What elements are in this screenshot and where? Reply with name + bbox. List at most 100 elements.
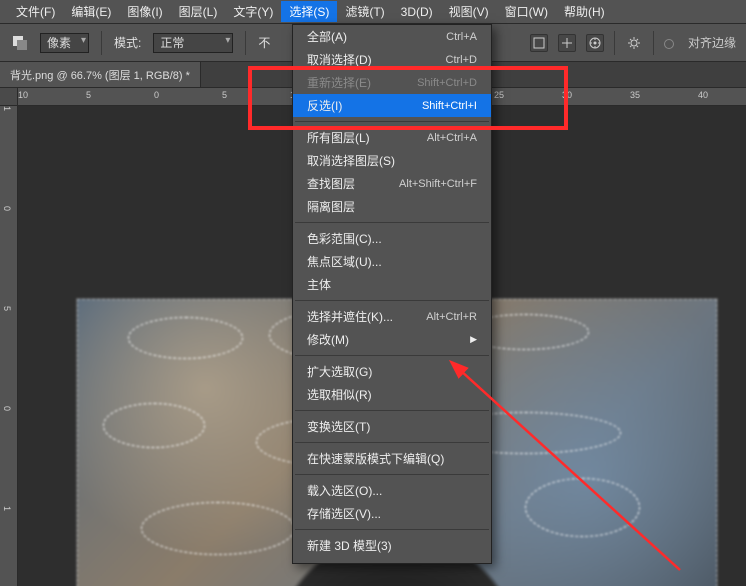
menu-item-label: 选择并遮住(K)... <box>307 308 393 325</box>
menu-item[interactable]: 取消选择图层(S) <box>293 149 491 172</box>
menubar-item[interactable]: 编辑(E) <box>63 1 119 22</box>
ruler-tick: 10 <box>18 90 28 100</box>
separator <box>653 31 654 55</box>
menu-item-label: 全部(A) <box>307 28 347 45</box>
align-edges-radio[interactable] <box>664 39 674 49</box>
ruler-tick: 0 <box>2 406 12 411</box>
menu-item-label: 在快速蒙版模式下编辑(Q) <box>307 450 444 467</box>
menu-item-label: 新建 3D 模型(3) <box>307 537 392 554</box>
ruler-tick: 35 <box>630 90 640 100</box>
menu-shortcut: Shift+Ctrl+I <box>422 100 477 112</box>
separator <box>614 31 615 55</box>
menu-item[interactable]: 主体 <box>293 273 491 296</box>
ruler-tick: 25 <box>494 90 504 100</box>
menu-separator <box>295 529 489 530</box>
ruler-tick: 0 <box>2 206 12 211</box>
menubar-item[interactable]: 图像(I) <box>119 1 170 22</box>
menu-item-label: 修改(M) <box>307 331 349 348</box>
menu-item[interactable]: 取消选择(D) Ctrl+D <box>293 48 491 71</box>
menu-item-label: 载入选区(O)... <box>307 482 382 499</box>
menu-shortcut: Ctrl+A <box>446 31 477 43</box>
menu-item[interactable]: 色彩范围(C)... <box>293 227 491 250</box>
menu-item[interactable]: 查找图层 Alt+Shift+Ctrl+F <box>293 172 491 195</box>
right-icon-group: 对齐边缘 <box>530 31 736 55</box>
document-tab[interactable]: 背光.png @ 66.7% (图层 1, RGB/8) * <box>0 62 201 87</box>
selection-marquee <box>103 403 205 448</box>
menubar-item[interactable]: 滤镜(T) <box>337 1 392 22</box>
pressure-icon[interactable] <box>586 34 604 52</box>
ruler-tick: 5 <box>86 90 91 100</box>
ruler-tick: 1 <box>2 506 12 511</box>
menu-item-label: 扩大选取(G) <box>307 363 372 380</box>
menu-item-label: 取消选择(D) <box>307 51 372 68</box>
menu-item[interactable]: 选择并遮住(K)... Alt+Ctrl+R <box>293 305 491 328</box>
opacity-label: 不 <box>258 34 270 51</box>
ruler-tick: 30 <box>562 90 572 100</box>
menubar-item[interactable]: 文件(F) <box>8 1 63 22</box>
menu-item[interactable]: 在快速蒙版模式下编辑(Q) <box>293 447 491 470</box>
menubar-item[interactable]: 文字(Y) <box>225 1 281 22</box>
menubar-item[interactable]: 3D(D) <box>393 3 441 21</box>
menu-item[interactable]: 扩大选取(G) <box>293 360 491 383</box>
menu-shortcut: Ctrl+D <box>446 54 477 66</box>
menubar-item[interactable]: 视图(V) <box>441 1 497 22</box>
separator <box>101 31 102 55</box>
ruler-tick: 0 <box>154 90 159 100</box>
selection-marquee <box>128 317 243 359</box>
menu-item: 重新选择(E) Shift+Ctrl+D <box>293 71 491 94</box>
ruler-tick: 5 <box>222 90 227 100</box>
menu-item[interactable]: 焦点区域(U)... <box>293 250 491 273</box>
tool-icon[interactable] <box>12 35 28 51</box>
submenu-arrow-icon: ▶ <box>470 334 477 345</box>
menu-shortcut: Alt+Ctrl+A <box>427 132 477 144</box>
menubar-item[interactable]: 图层(L) <box>171 1 226 22</box>
menu-item-label: 反选(I) <box>307 97 342 114</box>
menu-item-label: 取消选择图层(S) <box>307 152 395 169</box>
mode-label: 模式: <box>114 34 141 51</box>
menubar-item[interactable]: 帮助(H) <box>556 1 613 22</box>
select-menu-dropdown: 全部(A) Ctrl+A 取消选择(D) Ctrl+D 重新选择(E) Shift+Ctr… <box>292 24 492 564</box>
gear-icon[interactable] <box>625 34 643 52</box>
ruler-tick: 5 <box>2 306 12 311</box>
menu-item[interactable]: 全部(A) Ctrl+A <box>293 25 491 48</box>
menu-separator <box>295 222 489 223</box>
align-icon-1[interactable] <box>530 34 548 52</box>
menu-item-label: 重新选择(E) <box>307 74 371 91</box>
ruler-tick: 1 <box>2 106 12 111</box>
selection-marquee <box>525 478 640 538</box>
selection-marquee <box>141 502 295 556</box>
ruler-tick: 40 <box>698 90 708 100</box>
separator <box>245 31 246 55</box>
menu-shortcut: Alt+Shift+Ctrl+F <box>399 178 477 190</box>
menu-item[interactable]: 选取相似(R) <box>293 383 491 406</box>
align-icon-2[interactable] <box>558 34 576 52</box>
align-edges-label: 对齐边缘 <box>688 34 736 51</box>
mode-select[interactable]: 正常 <box>153 33 233 53</box>
menu-separator <box>295 410 489 411</box>
menu-separator <box>295 474 489 475</box>
menu-item[interactable]: 新建 3D 模型(3) <box>293 534 491 557</box>
menu-item[interactable]: 存储选区(V)... <box>293 502 491 525</box>
menu-item[interactable]: 变换选区(T) <box>293 415 491 438</box>
menubar-item[interactable]: 窗口(W) <box>497 1 556 22</box>
menu-separator <box>295 355 489 356</box>
menu-item[interactable]: 载入选区(O)... <box>293 479 491 502</box>
menu-shortcut: Shift+Ctrl+D <box>417 77 477 89</box>
menu-item-label: 色彩范围(C)... <box>307 230 382 247</box>
menubar-item[interactable]: 选择(S) <box>281 1 337 22</box>
menu-item-label: 焦点区域(U)... <box>307 253 382 270</box>
menu-item[interactable]: 修改(M) ▶ <box>293 328 491 351</box>
ruler-corner <box>0 88 18 106</box>
menu-item-label: 查找图层 <box>307 175 355 192</box>
menu-item-label: 所有图层(L) <box>307 129 370 146</box>
menu-item[interactable]: 隔离图层 <box>293 195 491 218</box>
menu-item[interactable]: 反选(I) Shift+Ctrl+I <box>293 94 491 117</box>
menu-item-label: 变换选区(T) <box>307 418 370 435</box>
menu-item-label: 隔离图层 <box>307 198 355 215</box>
ruler-vertical: 10501 <box>0 106 18 586</box>
unit-select[interactable]: 像素 <box>40 33 89 53</box>
menu-separator <box>295 300 489 301</box>
menu-item-label: 主体 <box>307 276 331 293</box>
menu-item[interactable]: 所有图层(L) Alt+Ctrl+A <box>293 126 491 149</box>
menu-shortcut: Alt+Ctrl+R <box>426 311 477 323</box>
